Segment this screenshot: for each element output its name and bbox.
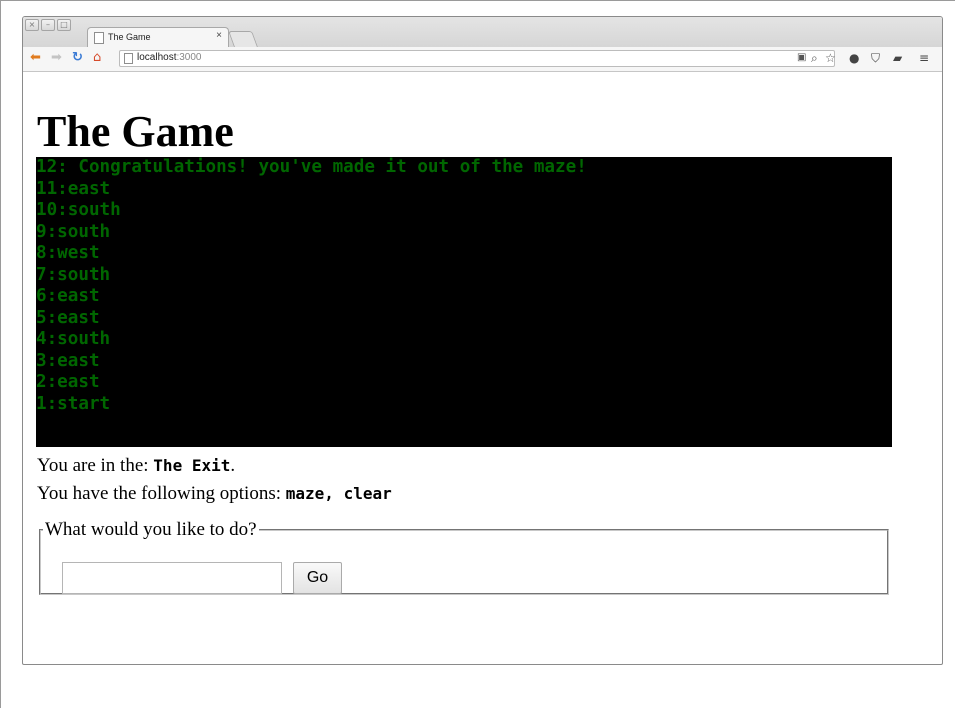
url-port: :3000: [176, 52, 202, 63]
browser-tab[interactable]: The Game ×: [87, 27, 229, 47]
zoom-icon[interactable]: ⌕: [811, 51, 818, 65]
tab-title: The Game: [108, 32, 151, 42]
url-text[interactable]: localhost:3000: [137, 52, 202, 63]
document-icon: [124, 53, 133, 64]
back-arrow-icon[interactable]: ⬅: [30, 50, 41, 66]
close-window-icon[interactable]: ×: [25, 19, 39, 31]
location-label: You are in the:: [37, 455, 154, 476]
game-log-console: 12: Congratulations! you've made it out …: [36, 157, 892, 447]
log-line: 6:east: [36, 286, 100, 306]
log-line: 7:south: [36, 264, 111, 285]
browser-window: × – □ The Game × ⬅ ➡ ↻ ⌂ localhost:3000 …: [22, 16, 943, 665]
log-line: 5:east: [36, 307, 100, 328]
address-bar[interactable]: localhost:3000: [119, 50, 835, 67]
log-line: 1:start: [36, 393, 111, 414]
url-host: localhost: [137, 52, 177, 63]
circle-extension-icon[interactable]: ●: [849, 51, 859, 65]
form-legend: What would you like to do?: [45, 519, 257, 540]
options-label: You have the following options:: [37, 483, 286, 504]
command-input[interactable]: [62, 562, 282, 594]
page-action-icon[interactable]: ▣: [797, 51, 806, 65]
tab-close-icon[interactable]: ×: [216, 30, 222, 41]
options-value: maze, clear: [285, 484, 392, 503]
location-suffix: .: [230, 455, 236, 476]
log-line: 2:east: [36, 372, 100, 392]
home-icon[interactable]: ⌂: [93, 50, 101, 66]
log-line: 10:south: [36, 200, 121, 220]
page-title: The Game: [37, 107, 234, 156]
page-content: The Game 12: Congratulations! you've mad…: [23, 72, 942, 664]
document-icon: [94, 32, 104, 44]
browser-toolbar: ⬅ ➡ ↻ ⌂ localhost:3000 ▣ ⌕ ☆ ● ⛉ ▰ ≡: [23, 47, 942, 72]
bookmark-star-icon[interactable]: ☆: [825, 51, 836, 65]
go-button[interactable]: Go: [293, 562, 342, 594]
log-line: 9:south: [36, 221, 111, 242]
log-line: 4:south: [36, 329, 111, 349]
command-form: What would you like to do? Go: [39, 519, 889, 595]
forward-arrow-icon[interactable]: ➡: [51, 50, 62, 66]
folder-icon[interactable]: ▰: [893, 51, 902, 65]
title-bar: × – □ The Game ×: [23, 17, 942, 47]
pocket-icon[interactable]: ⛉: [871, 51, 880, 65]
reload-icon[interactable]: ↻: [72, 50, 83, 66]
window-controls: × – □: [25, 19, 71, 31]
log-line: 11:east: [36, 178, 111, 199]
new-tab-button[interactable]: [228, 31, 258, 47]
minimize-window-icon[interactable]: –: [41, 19, 55, 31]
menu-icon[interactable]: ≡: [919, 51, 929, 65]
log-line: 8:west: [36, 243, 100, 263]
location-line: You are in the: The Exit.: [37, 455, 235, 477]
location-value: The Exit: [153, 456, 231, 475]
log-line: 3:east: [36, 350, 100, 371]
log-line: 12: Congratulations! you've made it out …: [36, 157, 587, 177]
options-line: You have the following options: maze, cl…: [37, 483, 392, 505]
maximize-window-icon[interactable]: □: [57, 19, 71, 31]
